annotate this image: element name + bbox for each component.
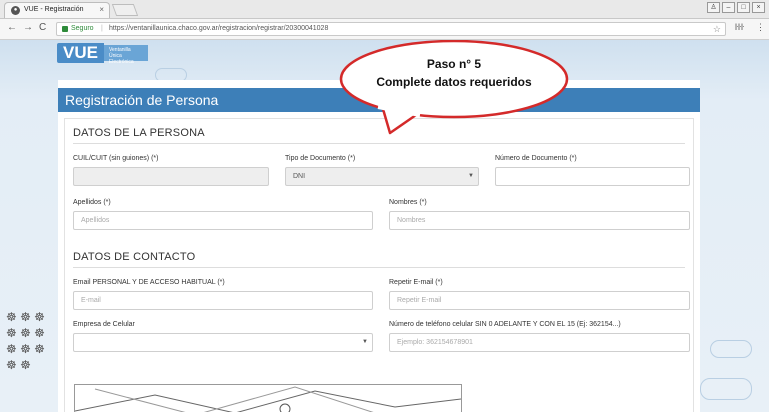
cyclist-icon: ☸ ☸ — [6, 358, 31, 372]
page-background: VUE Ventanilla Única Electrónica ☸ ☸ ☸ ☸… — [0, 40, 769, 412]
empresa-celular-label: Empresa de Celular — [73, 321, 135, 328]
callout-line1: Paso n° 5 — [426, 57, 482, 71]
logo-subtitle: Ventanilla Única Electrónica — [103, 45, 148, 65]
cuil-label: CUIL/CUIT (sin guiones) (*) — [73, 155, 159, 162]
address-bar[interactable]: Seguro | https://ventanillaunica.chaco.g… — [56, 22, 726, 36]
cloud-decoration — [710, 340, 752, 358]
cloud-decoration — [700, 378, 752, 400]
section-divider — [73, 143, 685, 144]
section-title-contacto: DATOS DE CONTACTO — [73, 251, 196, 263]
cyclist-icon: ☸ ☸ ☸ — [6, 342, 45, 356]
logo-text: VUE — [57, 43, 104, 63]
back-icon[interactable]: ← — [7, 22, 17, 33]
favicon-icon: ● — [11, 6, 20, 15]
bookmark-star-icon[interactable]: ☆ — [713, 24, 721, 35]
url-text[interactable]: https://ventanillaunica.chaco.gov.ar/reg… — [109, 25, 328, 32]
new-tab-button[interactable] — [111, 4, 139, 16]
email-field[interactable]: E-mail — [73, 291, 373, 310]
numero-documento-field[interactable] — [495, 167, 690, 186]
vue-logo[interactable]: VUE Ventanilla Única Electrónica — [57, 43, 148, 65]
secure-label: Seguro — [71, 25, 94, 32]
nombres-field[interactable]: Nombres — [389, 211, 690, 230]
tipo-documento-select[interactable]: DNI ▼ — [285, 167, 479, 186]
tipo-documento-label: Tipo de Documento (*) — [285, 155, 356, 162]
repetir-email-field[interactable]: Repetir E-mail — [389, 291, 690, 310]
forward-icon[interactable]: → — [23, 22, 33, 33]
window-controls: ♙ – □ × — [707, 2, 765, 13]
cyclist-icon: ☸ ☸ ☸ — [6, 326, 45, 340]
address-toolbar: ← → C Seguro | https://ventanillaunica.c… — [0, 19, 769, 40]
browser-tab-bar: ● VUE - Registración × ♙ – □ × — [0, 0, 769, 19]
section-title-persona: DATOS DE LA PERSONA — [73, 127, 205, 139]
chevron-down-icon: ▼ — [362, 339, 368, 345]
telefono-field[interactable]: Ejemplo: 362154678901 — [389, 333, 690, 352]
extension-icon[interactable]: ŀŀŀ — [735, 22, 744, 32]
url-separator: | — [101, 25, 103, 32]
repetir-email-label: Repetir E-mail (*) — [389, 279, 443, 286]
captcha-drawing — [75, 386, 461, 412]
nombres-label: Nombres (*) — [389, 199, 427, 206]
callout-line2: Complete datos requeridos — [376, 75, 532, 89]
close-tab-icon[interactable]: × — [99, 5, 104, 14]
numero-documento-label: Número de Documento (*) — [495, 155, 577, 162]
telefono-label: Número de teléfono celular SIN 0 ADELANT… — [389, 321, 621, 328]
browser-menu-icon[interactable]: ⋮ — [756, 22, 765, 33]
reload-icon[interactable]: C — [39, 22, 46, 33]
callout-text: Paso n° 5 Complete datos requeridos — [338, 40, 570, 137]
close-window-icon[interactable]: × — [752, 2, 765, 13]
apellidos-label: Apellidos (*) — [73, 199, 111, 206]
page-title: Registración de Persona — [65, 92, 219, 108]
maximize-icon[interactable]: □ — [737, 2, 750, 13]
apellidos-field[interactable]: Apellidos — [73, 211, 373, 230]
minimize-icon[interactable]: – — [722, 2, 735, 13]
tab-title: VUE - Registración — [24, 6, 84, 13]
chevron-down-icon: ▼ — [468, 173, 474, 179]
profile-icon[interactable]: ♙ — [707, 2, 720, 13]
cyclist-icon: ☸ ☸ ☸ — [6, 310, 45, 324]
tipo-documento-value: DNI — [293, 173, 306, 180]
logo-subtitle-line2: Única Electrónica — [108, 53, 134, 65]
lock-icon — [62, 26, 68, 32]
empresa-celular-select[interactable]: ▼ — [73, 333, 373, 352]
registration-form: DATOS DE LA PERSONA CUIL/CUIT (sin guion… — [64, 118, 694, 412]
email-label: Email PERSONAL Y DE ACCESO HABITUAL (*) — [73, 279, 225, 286]
section-divider — [73, 267, 685, 268]
browser-tab[interactable]: ● VUE - Registración × — [4, 2, 110, 18]
cuil-field[interactable] — [73, 167, 269, 186]
captcha-image — [74, 384, 462, 412]
